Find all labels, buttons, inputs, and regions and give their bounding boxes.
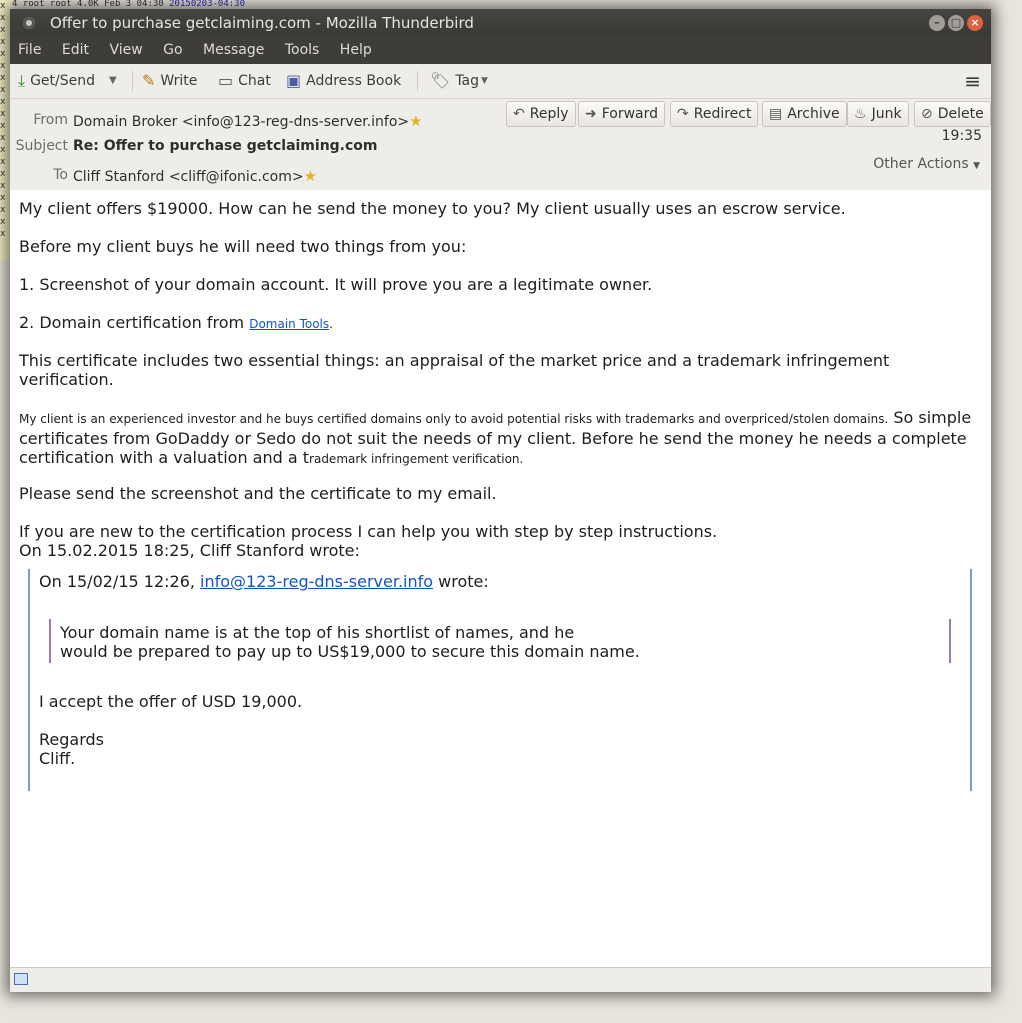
app-menu-icon[interactable]: [23, 17, 35, 29]
chevron-down-icon: ▼: [481, 76, 488, 86]
redirect-icon: ↷: [677, 106, 689, 122]
address-book-button[interactable]: ▣ Address Book: [286, 64, 401, 98]
window-title: Offer to purchase getclaiming.com - Mozi…: [50, 14, 474, 32]
delete-circle-icon: ⊘: [921, 106, 933, 122]
body-paragraph: 2. Domain certification from Domain Tool…: [19, 313, 333, 332]
tag-button[interactable]: 🏷 Tag ▼: [430, 64, 488, 98]
message-body: My client offers $19000. How can he send…: [10, 190, 991, 967]
menu-bar: File Edit View Go Message Tools Help: [10, 37, 991, 64]
chat-bubble-icon: ▭: [218, 71, 234, 90]
delete-button[interactable]: ⊘ Delete: [914, 101, 991, 127]
body-paragraph: If you are new to the certification proc…: [19, 522, 718, 541]
message-header: From Domain Broker <info@123-reg-dns-ser…: [10, 99, 991, 192]
redirect-button[interactable]: ↷ Redirect: [670, 101, 759, 127]
other-actions-button[interactable]: Other Actions ▼: [873, 156, 980, 172]
minimize-button[interactable]: –: [929, 15, 945, 31]
address-book-icon: ▣: [286, 71, 302, 90]
chevron-down-icon: ▼: [973, 161, 980, 171]
write-button[interactable]: ✎ Write: [142, 64, 197, 98]
menu-go[interactable]: Go: [163, 42, 182, 58]
tag-icon: 🏷: [430, 71, 451, 90]
pencil-icon: ✎: [142, 71, 156, 90]
quote-signature: Cliff.: [39, 749, 76, 768]
subject-value: Re: Offer to purchase getclaiming.com: [73, 138, 378, 154]
star-icon[interactable]: ★: [304, 167, 317, 185]
archive-icon: ▤: [769, 106, 783, 122]
quote-intro: On 15/02/15 12:26, info@123-reg-dns-serv…: [39, 572, 489, 591]
to-label: To: [53, 167, 68, 183]
menu-tools[interactable]: Tools: [285, 42, 320, 58]
offline-status-icon[interactable]: [14, 973, 28, 985]
download-icon: ⤓: [18, 71, 26, 90]
body-paragraph: My client is an experienced investor and…: [19, 408, 972, 467]
domain-tools-link[interactable]: Domain Tools: [249, 317, 329, 331]
close-button[interactable]: ×: [967, 15, 983, 31]
to-value[interactable]: Cliff Stanford <cliff@ifonic.com>★: [73, 167, 317, 185]
flame-icon: ♨: [854, 106, 867, 122]
quote-attribution: On 15.02.2015 18:25, Cliff Stanford wrot…: [19, 541, 360, 560]
menu-help[interactable]: Help: [340, 42, 372, 58]
quote-line: would be prepared to pay up to US$19,000…: [60, 642, 640, 661]
from-value[interactable]: Domain Broker <info@123-reg-dns-server.i…: [73, 112, 423, 130]
message-time: 19:35: [941, 128, 982, 144]
reply-button[interactable]: ↶ Reply: [506, 101, 576, 127]
chat-button[interactable]: ▭ Chat: [218, 64, 271, 98]
maximize-button[interactable]: □: [948, 15, 964, 31]
archive-button[interactable]: ▤ Archive: [762, 101, 847, 127]
app-menu-hamburger-icon[interactable]: ≡: [964, 64, 981, 98]
body-paragraph: Please send the screenshot and the certi…: [19, 484, 497, 503]
forward-arrow-icon: ➜: [585, 106, 597, 122]
menu-file[interactable]: File: [18, 42, 41, 58]
email-link[interactable]: info@123-reg-dns-server.info: [200, 572, 433, 591]
body-paragraph: 1. Screenshot of your domain account. It…: [19, 275, 653, 294]
nested-blockquote: Your domain name is at the top of his sh…: [49, 619, 951, 663]
chevron-down-icon[interactable]: ▼: [109, 64, 117, 98]
menu-edit[interactable]: Edit: [62, 42, 89, 58]
status-bar: [10, 967, 991, 992]
menu-message[interactable]: Message: [203, 42, 264, 58]
junk-button[interactable]: ♨ Junk: [847, 101, 909, 127]
subject-label: Subject: [15, 138, 68, 154]
body-paragraph: My client offers $19000. How can he send…: [19, 199, 846, 218]
reply-icon: ↶: [513, 106, 525, 122]
getsend-button[interactable]: ⤓ Get/Send ▼: [18, 64, 117, 98]
main-toolbar: ⤓ Get/Send ▼ ✎ Write ▭ Chat ▣ Address Bo…: [10, 64, 991, 99]
thunderbird-window: Offer to purchase getclaiming.com - Mozi…: [10, 9, 991, 992]
from-label: From: [33, 112, 68, 128]
body-paragraph: This certificate includes two essential …: [19, 351, 890, 389]
quote-regards: Regards: [39, 730, 104, 749]
title-bar: Offer to purchase getclaiming.com - Mozi…: [10, 9, 991, 37]
body-paragraph: Before my client buys he will need two t…: [19, 237, 467, 256]
blockquote: On 15/02/15 12:26, info@123-reg-dns-serv…: [28, 569, 972, 791]
forward-button[interactable]: ➜ Forward: [578, 101, 666, 127]
menu-view[interactable]: View: [109, 42, 142, 58]
quote-line: Your domain name is at the top of his sh…: [60, 623, 575, 642]
quote-accept: I accept the offer of USD 19,000.: [39, 692, 303, 711]
star-icon[interactable]: ★: [409, 112, 422, 130]
